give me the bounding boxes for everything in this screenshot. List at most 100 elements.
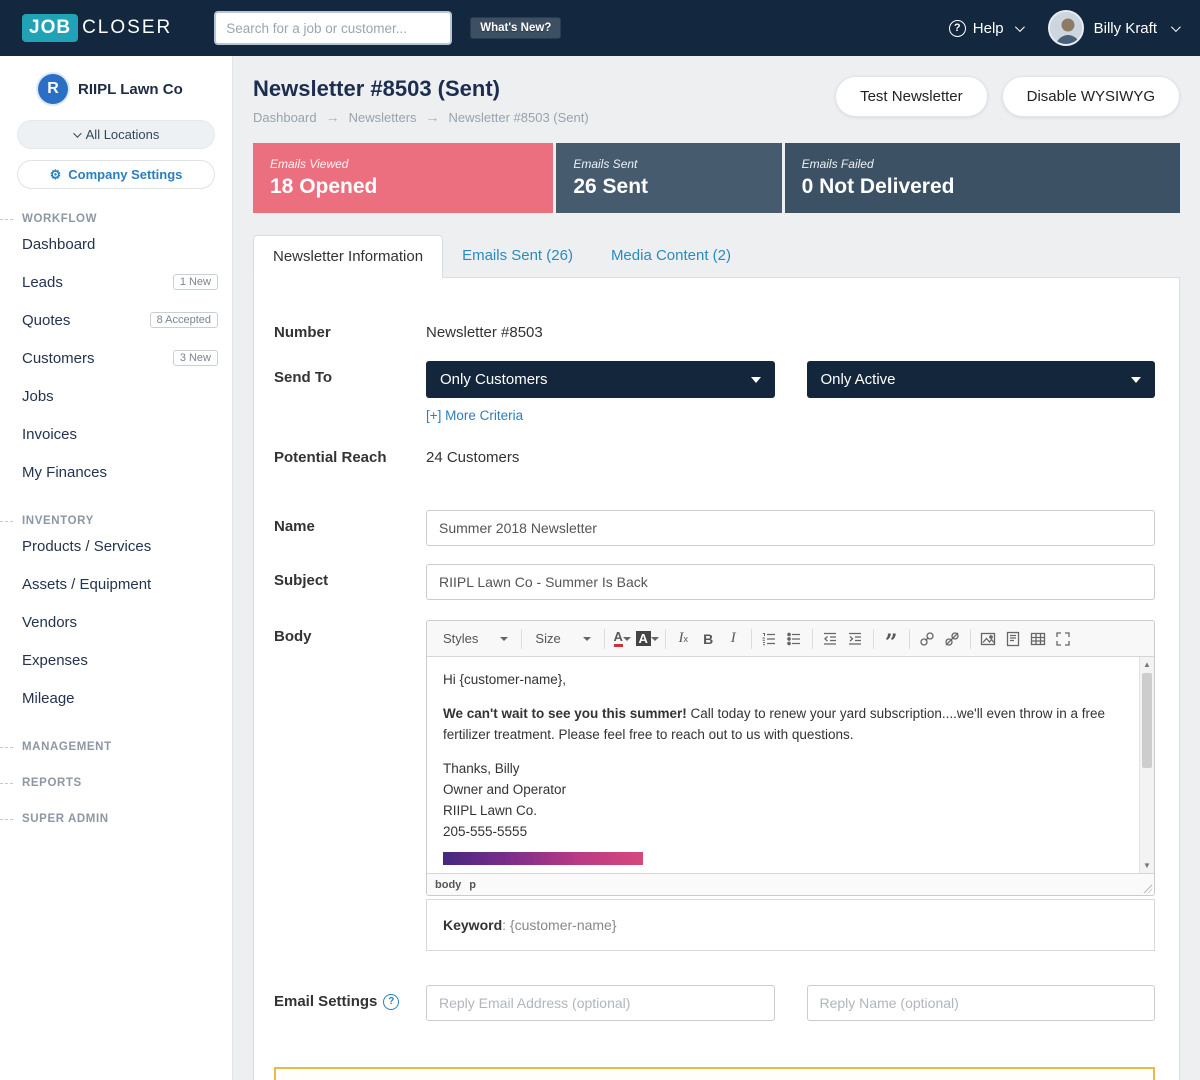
- company-settings-button[interactable]: ⚙ Company Settings: [17, 160, 215, 189]
- app-logo[interactable]: JOB CLOSER: [22, 14, 172, 42]
- numbered-list-icon[interactable]: [757, 626, 782, 651]
- tab-bar: Newsletter Information Emails Sent (26) …: [253, 235, 1180, 277]
- sidebar-item-leads[interactable]: Leads 1 New: [0, 263, 232, 301]
- insert-template-icon[interactable]: [1001, 626, 1026, 651]
- potential-reach-value: 24 Customers: [426, 441, 1155, 466]
- section-inventory: INVENTORY: [0, 515, 232, 527]
- chevron-down-icon: [1171, 22, 1181, 32]
- sidebar-item-mileage[interactable]: Mileage: [0, 679, 232, 717]
- locations-dropdown[interactable]: All Locations: [17, 120, 215, 149]
- increase-indent-icon[interactable]: [843, 626, 868, 651]
- italic-icon[interactable]: I: [721, 626, 746, 651]
- body-label: Body: [274, 620, 426, 645]
- send-to-filter-dropdown[interactable]: Only Active: [807, 361, 1156, 398]
- sidebar-badge: 8 Accepted: [150, 312, 218, 328]
- sidebar-item-customers[interactable]: Customers 3 New: [0, 339, 232, 377]
- styles-combo[interactable]: Styles: [435, 627, 516, 650]
- sidebar-item-vendors[interactable]: Vendors: [0, 603, 232, 641]
- sidebar-item-dashboard[interactable]: Dashboard: [0, 225, 232, 263]
- send-to-dropdown[interactable]: Only Customers: [426, 361, 775, 398]
- sidebar-item-quotes[interactable]: Quotes 8 Accepted: [0, 301, 232, 339]
- subject-label: Subject: [274, 564, 426, 589]
- section-management[interactable]: MANAGEMENT: [0, 741, 232, 753]
- sidebar-item-label: Assets / Equipment: [22, 576, 151, 593]
- sidebar-item-my-finances[interactable]: My Finances: [0, 453, 232, 491]
- path-element-body[interactable]: body: [435, 879, 461, 891]
- send-to-label: Send To: [274, 361, 426, 386]
- breadcrumb-arrow-icon: →: [326, 109, 340, 125]
- editor-scrollbar[interactable]: ▲ ▼: [1139, 657, 1154, 873]
- email-paragraph: We can't wait to see you this summer! Ca…: [443, 704, 1123, 745]
- disable-wysiwyg-button[interactable]: Disable WYSIWYG: [1002, 76, 1180, 117]
- sidebar-item-jobs[interactable]: Jobs: [0, 377, 232, 415]
- link-icon[interactable]: [915, 626, 940, 651]
- scroll-down-icon[interactable]: ▼: [1140, 858, 1154, 873]
- remove-format-icon[interactable]: Ix: [671, 626, 696, 651]
- reply-email-input[interactable]: [426, 985, 775, 1021]
- scroll-up-icon[interactable]: ▲: [1140, 657, 1154, 672]
- stat-value: 0 Not Delivered: [802, 175, 1163, 199]
- keyword-label: Keyword: [443, 917, 502, 933]
- sidebar-item-expenses[interactable]: Expenses: [0, 641, 232, 679]
- page-title: Newsletter #8503 (Sent): [253, 76, 589, 102]
- breadcrumb-dashboard[interactable]: Dashboard: [253, 110, 317, 125]
- background-color-icon[interactable]: A: [635, 626, 660, 651]
- path-element-p[interactable]: p: [469, 879, 476, 891]
- section-super-admin[interactable]: SUPER ADMIN: [0, 813, 232, 825]
- bulleted-list-icon[interactable]: [782, 626, 807, 651]
- resize-grip[interactable]: [1142, 883, 1152, 893]
- keyword-value: : {customer-name}: [502, 917, 616, 933]
- breadcrumb-newsletters[interactable]: Newsletters: [349, 110, 417, 125]
- company-settings-label: Company Settings: [68, 167, 182, 182]
- main-content: Newsletter #8503 (Sent) Dashboard → News…: [233, 56, 1200, 1080]
- sidebar-badge: 1 New: [173, 274, 218, 290]
- newsletter-name-input[interactable]: [426, 510, 1155, 546]
- sidebar-item-label: Quotes: [22, 312, 70, 329]
- toolbar-separator: [751, 629, 752, 649]
- sidebar-item-label: Invoices: [22, 426, 77, 443]
- email-settings-label: Email Settings: [274, 993, 377, 1010]
- sidebar-item-label: Customers: [22, 350, 95, 367]
- email-signature-line: 205-555-5555: [443, 822, 1123, 843]
- user-menu[interactable]: Billy Kraft: [1048, 10, 1178, 46]
- breadcrumb-arrow-icon: →: [426, 109, 440, 125]
- stat-caption: Emails Viewed: [270, 157, 536, 171]
- wysiwyg-editor: Styles Size A A: [426, 620, 1155, 896]
- text-color-icon[interactable]: A: [610, 626, 635, 651]
- section-reports[interactable]: REPORTS: [0, 777, 232, 789]
- sidebar-item-invoices[interactable]: Invoices: [0, 415, 232, 453]
- help-menu[interactable]: ? Help: [949, 20, 1022, 37]
- toolbar-separator: [970, 629, 971, 649]
- tab-emails-sent[interactable]: Emails Sent (26): [443, 235, 592, 277]
- editor-content[interactable]: Hi {customer-name}, We can't wait to see…: [427, 657, 1139, 873]
- reply-name-input[interactable]: [807, 985, 1156, 1021]
- subject-input[interactable]: [426, 564, 1155, 600]
- sidebar-item-assets-equipment[interactable]: Assets / Equipment: [0, 565, 232, 603]
- bold-icon[interactable]: B: [696, 626, 721, 651]
- stat-emails-viewed: Emails Viewed 18 Opened: [253, 143, 553, 213]
- toolbar-separator: [604, 629, 605, 649]
- tab-media-content[interactable]: Media Content (2): [592, 235, 750, 277]
- size-combo[interactable]: Size: [527, 627, 598, 650]
- scrollbar-thumb[interactable]: [1142, 673, 1152, 768]
- logo-closer: CLOSER: [82, 17, 172, 39]
- sidebar-item-products-services[interactable]: Products / Services: [0, 527, 232, 565]
- maximize-icon[interactable]: [1051, 626, 1076, 651]
- whats-new-button[interactable]: What's New?: [470, 17, 561, 39]
- tab-newsletter-information[interactable]: Newsletter Information: [253, 235, 443, 278]
- blockquote-icon[interactable]: ”: [879, 626, 904, 651]
- insert-image-icon[interactable]: [976, 626, 1001, 651]
- unlink-icon[interactable]: [940, 626, 965, 651]
- insert-table-icon[interactable]: [1026, 626, 1051, 651]
- global-search-input[interactable]: [214, 11, 452, 45]
- stat-emails-sent: Emails Sent 26 Sent: [556, 143, 781, 213]
- more-criteria-link[interactable]: [+] More Criteria: [426, 408, 523, 423]
- test-newsletter-button[interactable]: Test Newsletter: [835, 76, 988, 117]
- help-tooltip-icon[interactable]: ?: [383, 994, 399, 1010]
- gear-icon: ⚙: [50, 167, 62, 183]
- caret-down-icon: [500, 637, 508, 641]
- decrease-indent-icon[interactable]: [818, 626, 843, 651]
- sidebar-item-label: Products / Services: [22, 538, 151, 555]
- name-label: Name: [274, 510, 426, 535]
- breadcrumb-current: Newsletter #8503 (Sent): [449, 110, 589, 125]
